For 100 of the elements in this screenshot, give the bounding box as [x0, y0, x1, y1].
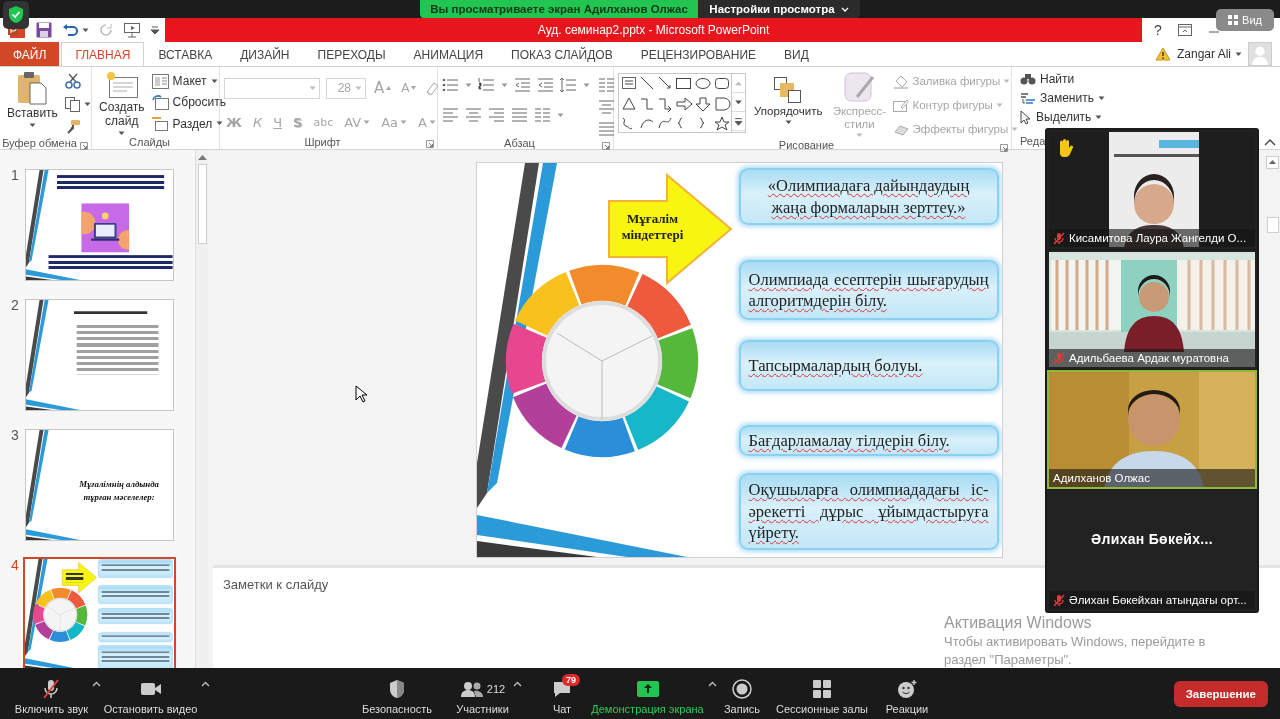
arrange-button[interactable]: Упорядочить [751, 71, 826, 139]
end-meeting-button[interactable]: Завершение [1173, 680, 1268, 707]
slide-thumbnail[interactable]: Мұғалімнің алдында тұрған мәселелер: [25, 429, 174, 541]
binoculars-icon [1020, 72, 1036, 86]
slide-thumbnail[interactable] [25, 299, 174, 411]
caret-icon [28, 122, 36, 128]
smiley-icon [896, 678, 918, 699]
save-icon[interactable] [36, 22, 52, 38]
dialog-launcher-icon[interactable] [80, 142, 88, 150]
slide-number: 4 [11, 557, 19, 573]
section-button[interactable]: Раздел [151, 113, 226, 134]
copy-button[interactable] [64, 94, 91, 114]
paste-button[interactable]: Вставить [4, 71, 61, 137]
pointer-icon [1020, 109, 1032, 125]
notes-placeholder[interactable]: Заметки к слайду [223, 577, 329, 592]
replace-icon [1020, 90, 1036, 106]
caret-icon [1095, 114, 1103, 120]
caret-up-icon[interactable] [92, 680, 102, 687]
caret-icon [1011, 126, 1019, 132]
ribbon-tab[interactable]: АНИМАЦИЯ [399, 42, 498, 66]
unread-badge: 79 [562, 673, 580, 686]
caret-icon [400, 119, 408, 125]
caret-icon [309, 85, 316, 91]
collapse-ribbon-icon[interactable] [1264, 138, 1276, 146]
share-screen-button[interactable]: Демонстрация экрана [587, 672, 708, 715]
share-screen-icon [636, 680, 659, 697]
task-box: «Олимпиадаға дайындаудың жаңа формаларын зерттеу.» [738, 168, 999, 225]
replace-button[interactable]: Заменить [1020, 89, 1105, 107]
reactions-button[interactable]: Реакции [881, 672, 933, 715]
numbering-icon[interactable] [478, 77, 495, 93]
brush-icon [843, 71, 876, 103]
line-spacing-icon[interactable] [560, 77, 577, 93]
dialog-launcher-icon[interactable] [426, 140, 434, 148]
arrow-label: Мұғалім міндеттері [620, 211, 685, 243]
customize-menu-icon[interactable] [151, 26, 159, 34]
cycle-diagram-drawing [32, 586, 89, 643]
caret-icon [216, 121, 224, 127]
shield-check-icon[interactable] [3, 1, 29, 29]
clipboard-icon [16, 71, 49, 105]
caret-up-icon[interactable] [201, 680, 211, 687]
help-button[interactable]: ? [1154, 22, 1162, 38]
ribbon-options-icon[interactable] [1177, 24, 1192, 36]
caret-icon [784, 120, 792, 126]
caret-icon [501, 82, 508, 88]
dialog-launcher-icon[interactable] [1000, 144, 1008, 152]
task-box: Олимпиада есептерін шығарудың алгоритмдерін білу. [738, 260, 999, 320]
video-button[interactable]: Остановить видео [99, 672, 202, 715]
ribbon-tab[interactable]: ПЕРЕХОДЫ [303, 42, 400, 66]
participant-name: Кисамитова Лаура Жангелди О... [1069, 232, 1247, 244]
select-button[interactable]: Выделить [1020, 108, 1105, 126]
scrollbar-thumb[interactable] [1266, 217, 1279, 233]
dialog-launcher-icon[interactable] [602, 142, 610, 150]
group-label: Слайды [129, 136, 170, 149]
scroll-up-icon[interactable] [1266, 156, 1279, 169]
find-button[interactable]: Найти [1020, 70, 1105, 88]
copy-icon [64, 96, 80, 112]
arrange-icon [774, 77, 803, 103]
caret-icon [583, 82, 590, 88]
group-label: Абзац [504, 137, 535, 149]
blurred-text-lines [65, 572, 84, 583]
shapes-gallery[interactable] [619, 74, 731, 132]
participant-name: Адилханов Олжас [1053, 472, 1150, 484]
caret-up-icon[interactable] [707, 680, 717, 687]
file-tab[interactable]: ФАЙЛ [0, 42, 60, 66]
audio-button[interactable]: Включить звук [10, 672, 93, 715]
caret-icon [1097, 95, 1105, 101]
caret-icon [855, 133, 863, 139]
slide-thumbnail[interactable] [23, 557, 176, 668]
caret-up-icon [386, 86, 392, 90]
ribbon-tab[interactable]: ГЛАВНАЯ [61, 42, 145, 66]
layout-button[interactable]: Макет [151, 71, 226, 91]
ribbon-tab[interactable]: ПОКАЗ СЛАЙДОВ [497, 42, 627, 66]
bullets-icon[interactable] [442, 77, 459, 93]
slide-thumbnail[interactable] [25, 169, 174, 281]
slideshow-icon[interactable] [123, 22, 141, 38]
cut-icon[interactable] [64, 73, 81, 89]
security-button[interactable]: Безопасность [357, 672, 437, 715]
people-icon [459, 680, 484, 697]
arrow-shape [61, 561, 98, 594]
scrollbar-thumb[interactable] [197, 164, 207, 244]
ribbon-tab[interactable]: РЕЦЕНЗИРОВАНИЕ [626, 42, 771, 66]
muted-mic-icon [41, 677, 62, 700]
ribbon-tab[interactable]: ДИЗАЙН [226, 42, 304, 66]
grid-icon [813, 679, 831, 698]
record-button[interactable]: Запись [719, 672, 765, 715]
scroll-up-icon[interactable] [197, 154, 207, 160]
account-button[interactable]: Zangar Ali [1176, 44, 1242, 64]
caret-up-icon[interactable] [512, 680, 522, 687]
participants-button[interactable]: 212 Участники [452, 672, 513, 715]
breakout-rooms-button[interactable]: Сессионные залы [772, 672, 873, 715]
slide-number: 3 [11, 427, 19, 443]
paint-bucket-icon [893, 73, 910, 89]
muted-mic-icon [1053, 593, 1065, 607]
reset-button[interactable]: Сбросить [151, 92, 226, 113]
new-slide-button[interactable]: Создать слайд [96, 71, 148, 136]
ribbon-tab[interactable]: ВСТАВКА [144, 42, 227, 66]
ribbon-tab[interactable]: ВИД [770, 42, 823, 66]
undo-icon [62, 23, 78, 37]
caret-icon [465, 82, 472, 88]
view-options-button[interactable]: Настройки просмотра [698, 0, 860, 18]
